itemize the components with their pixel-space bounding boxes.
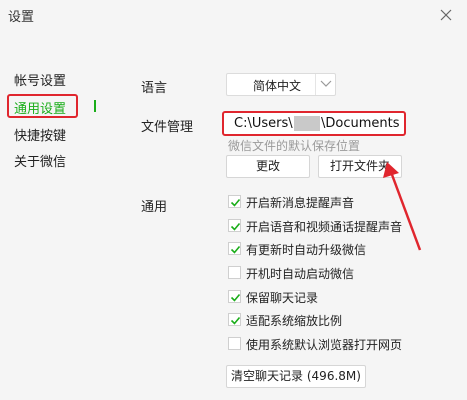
checkmark-icon bbox=[230, 245, 241, 254]
checkbox[interactable] bbox=[228, 242, 241, 255]
option-label: 适配系统缩放比例 bbox=[246, 314, 343, 328]
checkmark-icon bbox=[230, 222, 241, 231]
checkmark-icon bbox=[230, 198, 241, 207]
checkmark-icon bbox=[230, 316, 241, 325]
close-icon bbox=[440, 9, 452, 21]
checkbox[interactable] bbox=[228, 266, 241, 279]
title-bar: 设置 bbox=[0, 0, 467, 30]
file-path-hint: 微信文件的默认保存位置 bbox=[228, 139, 361, 153]
change-button[interactable]: 更改 bbox=[226, 155, 310, 178]
language-value: 简体中文 bbox=[253, 79, 302, 93]
checkbox[interactable] bbox=[228, 195, 241, 208]
checkbox[interactable] bbox=[228, 290, 241, 303]
open-folder-button[interactable]: 打开文件夹 bbox=[318, 155, 402, 178]
close-button[interactable] bbox=[435, 4, 457, 26]
redacted-username bbox=[294, 116, 320, 131]
checkbox[interactable] bbox=[228, 313, 241, 326]
language-select[interactable]: 简体中文 bbox=[226, 73, 336, 96]
sidebar-item-account[interactable]: 帐号设置 bbox=[14, 70, 66, 89]
language-label: 语言 bbox=[141, 81, 168, 96]
general-label: 通用 bbox=[141, 200, 168, 215]
option-label: 使用系统默认浏览器打开网页 bbox=[246, 338, 403, 352]
clear-chat-history-button[interactable]: 清空聊天记录 (496.8M) bbox=[226, 365, 366, 388]
highlight-box-general bbox=[7, 94, 78, 118]
option-label: 保留聊天记录 bbox=[246, 291, 319, 305]
option-label: 开启语音和视频通话提醒声音 bbox=[246, 220, 403, 234]
checkbox[interactable] bbox=[228, 337, 241, 350]
checkbox[interactable] bbox=[228, 219, 241, 232]
file-path-field: C:\Users\ \Documents bbox=[222, 111, 406, 136]
window-title: 设置 bbox=[8, 10, 35, 25]
chevron-down-icon bbox=[320, 80, 332, 87]
language-dropdown-toggle[interactable] bbox=[315, 74, 335, 95]
option-label: 有更新时自动升级微信 bbox=[246, 243, 367, 257]
sidebar-item-about[interactable]: 关于微信 bbox=[14, 151, 66, 170]
active-indicator bbox=[94, 100, 96, 112]
file-management-label: 文件管理 bbox=[141, 120, 194, 135]
checkmark-icon bbox=[230, 293, 241, 302]
file-path-suffix: \Documents bbox=[321, 116, 400, 131]
file-path-prefix: C:\Users\ bbox=[234, 116, 293, 131]
option-label: 开启新消息提醒声音 bbox=[246, 196, 355, 210]
sidebar-item-shortcuts[interactable]: 快捷按键 bbox=[14, 125, 66, 144]
settings-window: 设置 帐号设置 通用设置 快捷按键 关于微信 语言 简体中文 文件管理 C:\U… bbox=[0, 0, 467, 400]
option-label: 开机时自动启动微信 bbox=[246, 267, 355, 281]
